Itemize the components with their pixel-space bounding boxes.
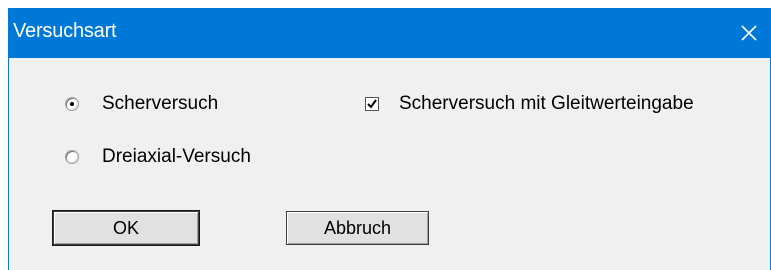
title-bar[interactable]: Versuchsart	[9, 8, 770, 58]
dialog-window: Versuchsart Scherversuch Dreiaxial-Versu…	[8, 8, 771, 270]
radio-button[interactable]	[65, 150, 79, 164]
dialog-title: Versuchsart	[13, 20, 117, 42]
checkbox[interactable]	[365, 97, 379, 111]
radio-dreiaxial-label: Dreiaxial-Versuch	[102, 146, 251, 167]
radio-dot	[70, 102, 74, 106]
cancel-button[interactable]: Abbruch	[286, 211, 429, 245]
checkbox-gleitwert-label: Scherversuch mit Gleitwerteingabe	[399, 93, 694, 114]
checkbox-gleitwerteingabe[interactable]: Scherversuch mit Gleitwerteingabe	[365, 93, 694, 115]
ok-button[interactable]: OK	[52, 210, 200, 246]
checkmark-icon	[367, 99, 377, 109]
radio-scherversuch-label: Scherversuch	[102, 93, 219, 114]
close-icon[interactable]	[734, 18, 764, 48]
radio-scherversuch[interactable]: Scherversuch	[65, 93, 218, 115]
radio-button-selected[interactable]	[65, 97, 79, 111]
radio-dreiaxial-versuch[interactable]: Dreiaxial-Versuch	[65, 146, 251, 168]
dialog-body: Scherversuch Dreiaxial-Versuch Schervers…	[9, 58, 770, 270]
